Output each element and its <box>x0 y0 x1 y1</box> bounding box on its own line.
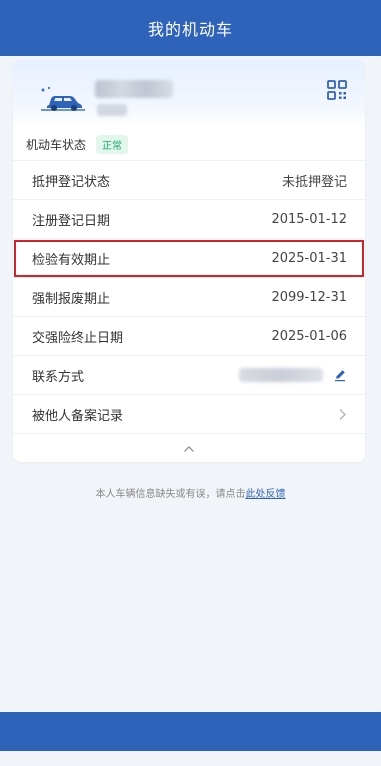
top-app-bar: 我的机动车 <box>0 0 381 56</box>
chevron-right-icon <box>339 408 346 420</box>
row-label: 抵押登记状态 <box>32 174 111 190</box>
row-label: 检验有效期止 <box>32 252 111 268</box>
inspection-valid-until-row: 检验有效期止 2025-01-31 <box>13 239 365 278</box>
filing-records-row[interactable]: 被他人备案记录 <box>13 395 365 434</box>
chevron-up-icon <box>184 446 194 452</box>
feedback-link[interactable]: 此处反馈 <box>246 489 286 500</box>
contact-redacted <box>238 368 323 382</box>
vehicle-header <box>13 60 365 128</box>
qr-code-icon[interactable] <box>327 80 347 100</box>
plate-subtext-redacted <box>97 104 127 116</box>
mortgage-status-row: 抵押登记状态 未抵押登记 <box>13 161 365 200</box>
page-title: 我的机动车 <box>147 20 233 39</box>
row-value: 2025-01-31 <box>271 250 347 266</box>
contact-label: 联系方式 <box>32 369 85 385</box>
row-label: 注册登记日期 <box>32 213 111 229</box>
insurance-end-date-row: 交强险终止日期 2025-01-06 <box>13 317 365 356</box>
contact-value <box>238 368 347 383</box>
row-value: 2015-01-12 <box>271 211 347 227</box>
row-value: 2025-01-06 <box>271 328 347 344</box>
edit-icon[interactable] <box>333 368 347 382</box>
car-icon <box>41 86 85 111</box>
filing-records-label: 被他人备案记录 <box>32 408 124 424</box>
row-value: 2099-12-31 <box>271 289 347 305</box>
vehicle-status-row: 机动车状态 正常 <box>13 128 365 161</box>
scrap-deadline-row: 强制报废期止 2099-12-31 <box>13 278 365 317</box>
registration-date-row: 注册登记日期 2015-01-12 <box>13 200 365 239</box>
feedback-notice: 本人车辆信息缺失或有误，请点击此处反馈 <box>0 485 381 500</box>
vehicle-status-label: 机动车状态 <box>26 137 87 152</box>
row-value: 未抵押登记 <box>281 174 347 190</box>
row-label: 交强险终止日期 <box>32 330 124 346</box>
collapse-toggle[interactable] <box>13 434 365 462</box>
bottom-bar <box>0 712 381 751</box>
feedback-text: 本人车辆信息缺失或有误，请点击 <box>95 489 246 500</box>
contact-row[interactable]: 联系方式 <box>13 356 365 395</box>
row-label: 强制报废期止 <box>32 291 111 307</box>
vehicle-card: 机动车状态 正常 抵押登记状态 未抵押登记 注册登记日期 2015-01-12 … <box>13 60 365 462</box>
plate-number <box>95 80 173 98</box>
status-badge: 正常 <box>96 134 129 154</box>
